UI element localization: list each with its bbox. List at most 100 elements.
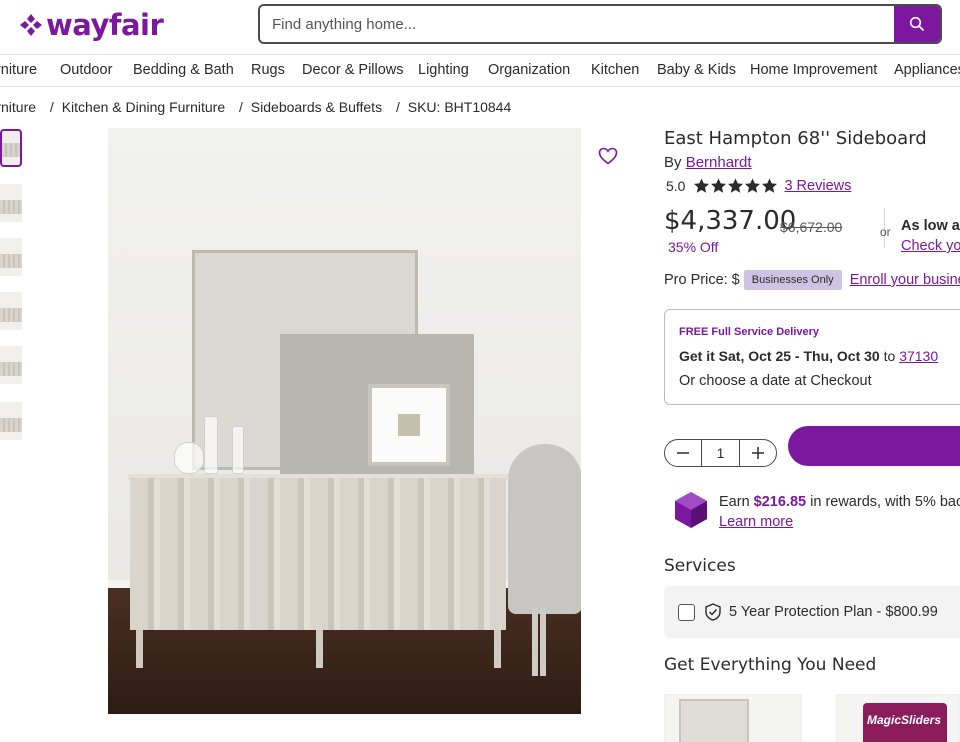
- image-sideboard-leg: [494, 630, 501, 668]
- breadcrumb-sideboards[interactable]: Sideboards & Buffets: [251, 99, 382, 115]
- image-sideboard-leg: [316, 630, 323, 668]
- image-chair: [508, 444, 581, 614]
- category-nav: Furniture Outdoor Bedding & Bath Rugs De…: [0, 54, 960, 87]
- protection-plan-option[interactable]: 5 Year Protection Plan - $800.99: [664, 586, 960, 638]
- breadcrumb-kitchen-dining[interactable]: Kitchen & Dining Furniture: [62, 99, 225, 115]
- product-main-image[interactable]: [108, 128, 581, 714]
- search-bar: [258, 4, 942, 44]
- decrease-quantity-button[interactable]: [665, 440, 701, 466]
- thumbnail-5[interactable]: [0, 346, 22, 384]
- breadcrumb-furniture[interactable]: Furniture: [0, 99, 36, 115]
- breadcrumb-separator: /: [239, 99, 243, 115]
- sale-price: $4,337.00: [664, 206, 797, 236]
- original-price: $6,672.00: [780, 219, 843, 235]
- product-rating: 5.0 3 Reviews: [666, 178, 851, 194]
- image-glass-bottle: [204, 416, 218, 474]
- nav-item-appliances[interactable]: Appliances: [894, 62, 960, 78]
- star-icon: [762, 178, 778, 193]
- image-sideboard: [130, 478, 506, 630]
- by-label: By: [664, 154, 682, 171]
- quantity-value[interactable]: 1: [700, 440, 741, 466]
- thumbnail-3[interactable]: [0, 238, 22, 276]
- star-rating: [693, 178, 778, 194]
- thumbnail-4[interactable]: [0, 292, 22, 330]
- product-title: East Hampton 68'' Sideboard: [664, 128, 927, 149]
- check-rate-link[interactable]: Check your: [901, 238, 960, 254]
- nav-item-rugs[interactable]: Rugs: [251, 62, 285, 78]
- shield-check-icon: [705, 603, 721, 621]
- image-chair-leg: [532, 608, 538, 676]
- thumbnail-image: [0, 418, 22, 432]
- zip-code-link[interactable]: 37130: [899, 348, 938, 364]
- heart-icon[interactable]: [598, 147, 618, 165]
- enroll-business-link[interactable]: Enroll your business: [850, 272, 960, 288]
- image-framed-print: [368, 384, 450, 466]
- services-heading: Services: [664, 556, 736, 576]
- protection-plan-label: 5 Year Protection Plan - $800.99: [729, 604, 938, 620]
- logo-text: wayfair: [46, 8, 164, 42]
- brand-link[interactable]: Bernhardt: [686, 154, 752, 171]
- image-glass-bottle: [232, 426, 244, 474]
- search-input[interactable]: [260, 6, 894, 42]
- product-info: East Hampton 68'' Sideboard By Bernhardt…: [664, 128, 960, 742]
- learn-more-link[interactable]: Learn more: [719, 514, 793, 530]
- pro-price: Pro Price: $ Businesses Only Enroll your…: [664, 270, 960, 290]
- logo-mark-icon: [20, 14, 42, 36]
- delivery-dates: Get it Sat, Oct 25 - Thu, Oct 30: [679, 348, 880, 364]
- star-icon: [694, 178, 710, 193]
- nav-item-kitchen[interactable]: Kitchen: [591, 62, 639, 78]
- delivery-to-label: to: [883, 348, 896, 364]
- pro-price-label: Pro Price: $: [664, 272, 740, 288]
- rewards-amount: $216.85: [753, 494, 807, 510]
- nav-item-outdoor[interactable]: Outdoor: [60, 62, 112, 78]
- site-header: wayfair: [0, 0, 960, 54]
- delivery-box: FREE Full Service Delivery Get it Sat, O…: [664, 309, 960, 405]
- nav-item-baby-kids[interactable]: Baby & Kids: [657, 62, 736, 78]
- recommendation-image: [679, 699, 749, 742]
- star-icon: [745, 178, 761, 193]
- search-button[interactable]: [894, 6, 940, 42]
- rewards-rest: in rewards, with 5% back: [810, 494, 960, 510]
- star-icon: [728, 178, 744, 193]
- nav-item-home-improvement[interactable]: Home Improvement: [750, 62, 877, 78]
- wayfair-logo[interactable]: wayfair: [18, 8, 164, 42]
- rating-value: 5.0: [666, 178, 686, 194]
- rewards-text: Earn $216.85 in rewards, with 5% back: [719, 494, 960, 510]
- thumbnail-6[interactable]: [0, 402, 22, 440]
- image-chair-leg: [540, 608, 546, 676]
- rewards-earn: Earn: [719, 494, 750, 510]
- recommendation-card[interactable]: MagicSliders: [836, 694, 960, 742]
- nav-item-bedding-bath[interactable]: Bedding & Bath: [133, 62, 234, 78]
- plus-icon: [752, 447, 765, 459]
- image-glass-jar: [174, 442, 204, 474]
- recommendations-heading: Get Everything You Need: [664, 655, 877, 675]
- thumbnail-1[interactable]: [0, 129, 22, 167]
- breadcrumb: Furniture / Kitchen & Dining Furniture /…: [0, 99, 515, 115]
- thumbnail-image: [0, 308, 22, 322]
- delivery-alt-text: Or choose a date at Checkout: [679, 373, 872, 389]
- businesses-only-badge: Businesses Only: [743, 270, 842, 290]
- thumbnail-image: [0, 362, 22, 376]
- nav-item-decor-pillows[interactable]: Decor & Pillows: [302, 62, 404, 78]
- thumbnail-2[interactable]: [0, 184, 22, 222]
- nav-item-furniture[interactable]: Furniture: [0, 62, 37, 78]
- search-icon: [909, 16, 925, 32]
- product-brand: By Bernhardt: [664, 154, 752, 171]
- recommendation-image: MagicSliders: [863, 703, 947, 742]
- recommendation-card[interactable]: [664, 694, 802, 742]
- nav-item-organization[interactable]: Organization: [488, 62, 570, 78]
- image-sideboard-leg: [136, 630, 143, 668]
- add-to-cart-button[interactable]: [788, 426, 960, 466]
- protection-plan-checkbox[interactable]: [678, 603, 695, 621]
- thumbnail-image: [0, 254, 22, 268]
- quantity-stepper: 1: [664, 439, 777, 467]
- increase-quantity-button[interactable]: [740, 440, 776, 466]
- nav-item-lighting[interactable]: Lighting: [418, 62, 469, 78]
- discount-label: 35% Off: [668, 239, 719, 255]
- breadcrumb-sku: SKU: BHT10844: [407, 99, 512, 115]
- reviews-link[interactable]: 3 Reviews: [784, 178, 851, 194]
- breadcrumb-separator: /: [49, 99, 54, 115]
- image-print-center: [398, 414, 420, 436]
- thumbnail-image: [2, 143, 20, 157]
- minus-icon: [676, 452, 689, 454]
